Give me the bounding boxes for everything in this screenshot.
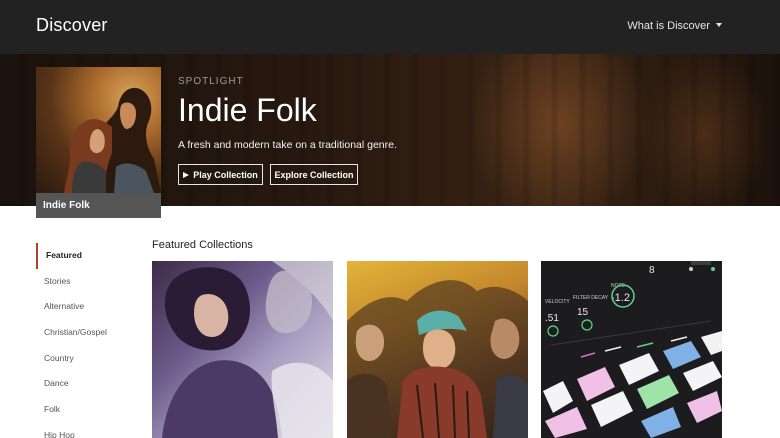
value-readout-3: .51: [545, 313, 559, 324]
collection-tile-1[interactable]: [152, 261, 333, 438]
value-readout-2: 8: [649, 265, 655, 276]
sidebar-item-country[interactable]: Country: [36, 346, 126, 372]
spotlight-hero: Indie Folk SPOTLIGHT Indie Folk A fresh …: [0, 54, 780, 218]
sidebar-item-folk[interactable]: Folk: [36, 397, 126, 423]
cover-image: [36, 67, 161, 193]
featured-collections-heading: Featured Collections: [152, 239, 253, 251]
play-collection-button[interactable]: Play Collection: [178, 164, 263, 185]
sidebar-item-stories[interactable]: Stories: [36, 269, 126, 295]
filter-decay-label: FILTER DECAY: [573, 295, 609, 301]
play-collection-label: Play Collection: [193, 169, 258, 180]
party-friends-image: [347, 280, 528, 438]
hero-title: Indie Folk: [178, 92, 317, 128]
collection-tile-3[interactable]: VELOCITY FILTER DECAY NOTE -1.2 8 .51 15: [541, 261, 722, 438]
spotlight-eyebrow: SPOTLIGHT: [178, 76, 244, 87]
collection-tile-2[interactable]: [347, 261, 528, 438]
sidebar-item-alternative[interactable]: Alternative: [36, 294, 126, 320]
explore-collection-label: Explore Collection: [274, 169, 354, 180]
cover-label: Indie Folk: [36, 193, 161, 218]
spotlight-cover[interactable]: Indie Folk: [36, 67, 161, 218]
woman-portrait-image: [162, 261, 333, 438]
nav-label: What is Discover: [627, 20, 710, 32]
hero-description: A fresh and modern take on a traditional…: [178, 139, 397, 151]
drum-pad-controller-image: VELOCITY FILTER DECAY NOTE -1.2 8 .51 15: [541, 261, 722, 438]
folk-couple-illustration: [64, 87, 161, 193]
genre-sidebar: Featured Stories Alternative Christian/G…: [36, 243, 126, 438]
velocity-label: VELOCITY: [545, 299, 570, 305]
value-readout-4: 15: [577, 307, 589, 318]
top-navbar: Discover What is Discover: [0, 0, 780, 54]
explore-collection-button[interactable]: Explore Collection: [270, 164, 358, 185]
sidebar-item-dance[interactable]: Dance: [36, 371, 126, 397]
brand-title[interactable]: Discover: [36, 15, 108, 36]
chevron-down-icon: [716, 23, 722, 27]
sidebar-item-featured[interactable]: Featured: [36, 243, 126, 269]
sidebar-item-christian-gospel[interactable]: Christian/Gospel: [36, 320, 126, 346]
sidebar-item-hip-hop[interactable]: Hip Hop: [36, 423, 126, 438]
play-icon: [183, 171, 190, 178]
what-is-discover-dropdown[interactable]: What is Discover: [627, 20, 722, 32]
